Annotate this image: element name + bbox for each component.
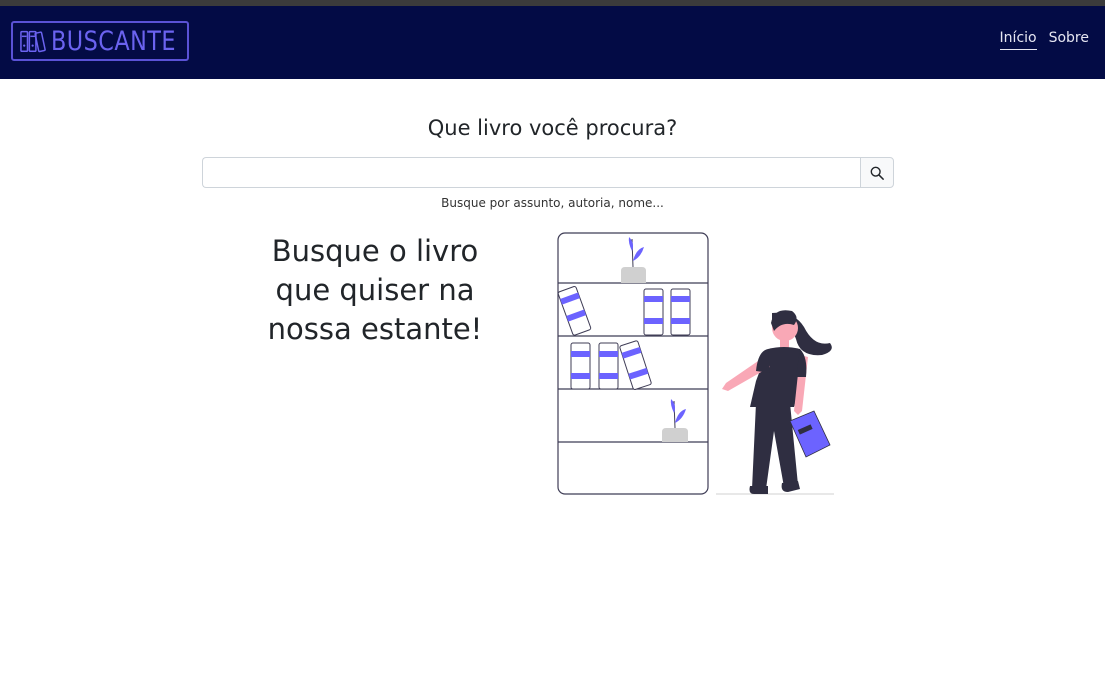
search-button[interactable]: [860, 157, 894, 188]
books-shelf-2: [570, 340, 652, 390]
brand-name: BUSCANTE: [51, 25, 177, 57]
nav-menu: Início Sobre: [999, 30, 1089, 50]
hero-heading: Busque o livro que quiser na nossa estan…: [267, 234, 483, 346]
search-input[interactable]: [202, 157, 860, 188]
brand-logo[interactable]: BUSCANTE: [11, 21, 189, 61]
nav-link-sobre[interactable]: Sobre: [1049, 30, 1089, 50]
navbar: BUSCANTE Início Sobre: [0, 6, 1105, 79]
books-icon: [20, 30, 46, 53]
woman-figure: [722, 310, 832, 494]
search-helper-text: Busque por assunto, autoria, nome...: [441, 196, 664, 210]
search-bar: [202, 157, 894, 188]
nav-link-inicio[interactable]: Início: [999, 30, 1037, 50]
bookshelf-illustration: [557, 232, 834, 495]
search-icon: [870, 166, 884, 180]
search-title: Que livro você procura?: [427, 116, 678, 140]
